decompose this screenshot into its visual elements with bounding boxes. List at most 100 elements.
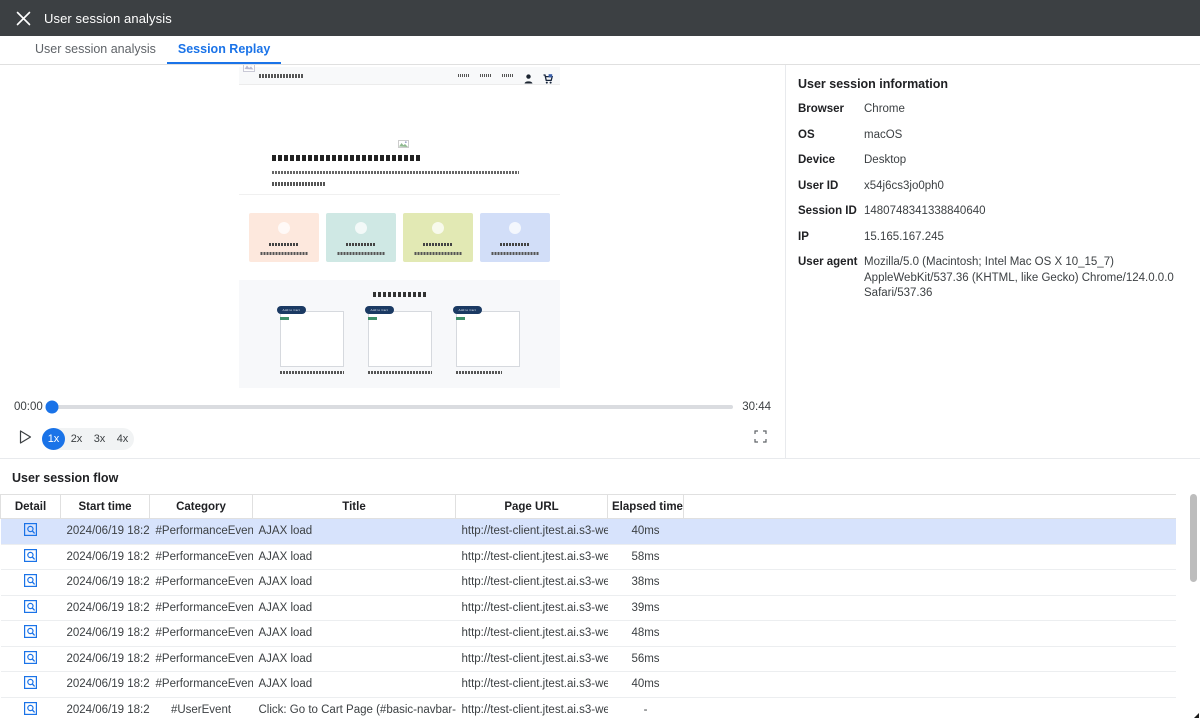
table-row[interactable]: 2024/06/19 18:29:08 #PerformanceEvent AJ… xyxy=(0,646,1176,672)
blank-cell xyxy=(683,697,1176,718)
speed-label: 3x xyxy=(93,433,106,445)
fullscreen-icon xyxy=(753,430,767,448)
mock-hero-text xyxy=(272,171,519,174)
mock-card-title xyxy=(269,243,299,246)
page-url-cell: http://test-client.jtest.ai.s3-website.a xyxy=(455,671,608,698)
table-body: 2024/06/19 18:29:08 #PerformanceEvent AJ… xyxy=(0,518,1176,718)
mock-feature-card xyxy=(403,213,473,262)
table-row[interactable]: 2024/06/19 18:29:08 #PerformanceEvent AJ… xyxy=(0,671,1176,698)
column-header-page-url[interactable]: Page URL xyxy=(455,494,608,519)
mock-nav-link xyxy=(480,74,492,77)
detail-cell[interactable] xyxy=(0,569,61,596)
blank-cell xyxy=(683,569,1176,596)
speed-3x-button[interactable]: 3x xyxy=(88,428,111,450)
replay-player-controls: 00:00 30:44 1x 2x 3x 4x xyxy=(0,394,785,458)
table-header: Detail Start time Category Title Page UR… xyxy=(0,494,1176,519)
title-cell: AJAX load xyxy=(252,595,456,621)
mock-card-text xyxy=(414,252,462,255)
table-row[interactable]: 2024/06/19 18:29:08 #PerformanceEvent AJ… xyxy=(0,569,1176,596)
seek-thumb[interactable] xyxy=(45,400,59,414)
current-time-label: 00:00 xyxy=(14,401,43,413)
column-header-start-time[interactable]: Start time xyxy=(60,494,150,519)
replay-viewport[interactable]: Add to Cart Add to Cart Add to Cart xyxy=(0,65,785,394)
column-header-elapsed-time[interactable]: Elapsed time xyxy=(607,494,684,519)
title-cell: AJAX load xyxy=(252,671,456,698)
column-header-detail[interactable]: Detail xyxy=(0,494,61,519)
info-value: x54j6cs3jo0ph0 xyxy=(864,179,944,192)
total-time-label: 30:44 xyxy=(742,401,771,413)
mock-product-accent xyxy=(367,317,377,320)
detail-cell[interactable] xyxy=(0,646,61,672)
mock-nav-links xyxy=(458,71,554,84)
replayed-page-mock: Add to Cart Add to Cart Add to Cart xyxy=(239,65,560,388)
elapsed-time-cell: 40ms xyxy=(607,671,684,698)
elapsed-time-cell: 56ms xyxy=(607,646,684,672)
category-cell: #PerformanceEvent xyxy=(149,595,253,621)
info-key: OS xyxy=(798,128,815,141)
detail-zoom-icon[interactable] xyxy=(24,599,38,616)
speed-1x-button[interactable]: 1x xyxy=(42,428,65,450)
category-cell: #PerformanceEvent xyxy=(149,620,253,647)
detail-cell[interactable] xyxy=(0,620,61,647)
page-url-cell: http://test-client.jtest.ai.s3-website.a xyxy=(455,595,608,621)
play-icon xyxy=(19,429,32,449)
detail-cell[interactable] xyxy=(0,697,61,718)
tab-session-replay[interactable]: Session Replay xyxy=(166,36,282,64)
category-cell: #PerformanceEvent xyxy=(149,569,253,596)
main-content: Add to Cart Add to Cart Add to Cart 00:0… xyxy=(0,65,1200,459)
table-row[interactable]: 2024/06/19 18:29:08 #PerformanceEvent AJ… xyxy=(0,595,1176,621)
seek-row: 00:00 30:44 xyxy=(14,394,771,420)
mock-hero-text xyxy=(272,182,325,186)
info-value: Desktop xyxy=(864,154,907,167)
info-key: User ID xyxy=(798,179,839,192)
column-header-title[interactable]: Title xyxy=(252,494,456,519)
mock-product-accent xyxy=(455,317,465,320)
page-url-cell: http://test-client.jtest.ai.s3-website.a xyxy=(455,646,608,672)
table-row[interactable]: 2024/06/19 18:29:08 #PerformanceEvent AJ… xyxy=(0,620,1176,647)
detail-cell[interactable] xyxy=(0,595,61,621)
elapsed-time-cell: 58ms xyxy=(607,544,684,570)
mock-product-row: Add to Cart Add to Cart Add to Cart xyxy=(239,306,560,374)
tab-label: User session analysis xyxy=(35,42,156,56)
category-cell: #PerformanceEvent xyxy=(149,646,253,672)
info-key: Browser xyxy=(798,103,845,115)
user-session-flow-table: Detail Start time Category Title Page UR… xyxy=(0,494,1176,718)
tab-user-session-analysis[interactable]: User session analysis xyxy=(24,36,167,64)
user-session-information-panel: User session information Browser Chrome … xyxy=(786,65,1200,458)
detail-cell[interactable] xyxy=(0,518,61,545)
mock-product-caption xyxy=(279,371,344,374)
close-button[interactable] xyxy=(10,5,36,31)
table-row[interactable]: 2024/06/19 18:29:08 #PerformanceEvent AJ… xyxy=(0,518,1176,545)
mock-brand xyxy=(259,73,303,78)
detail-zoom-icon[interactable] xyxy=(24,625,38,641)
speed-label: 1x xyxy=(47,433,60,445)
speed-4x-button[interactable]: 4x xyxy=(111,428,134,450)
column-header-category[interactable]: Category xyxy=(149,494,253,519)
table-row[interactable]: 2024/06/19 18:29:08 #PerformanceEvent AJ… xyxy=(0,544,1176,570)
speed-2x-button[interactable]: 2x xyxy=(65,428,88,450)
resize-grip[interactable] xyxy=(1184,707,1200,718)
person-icon xyxy=(524,71,533,83)
fullscreen-button[interactable] xyxy=(749,428,771,450)
detail-zoom-icon[interactable] xyxy=(24,676,38,692)
title-cell: AJAX load xyxy=(252,544,456,570)
mock-feature-card xyxy=(480,213,550,262)
detail-cell[interactable] xyxy=(0,544,61,570)
vertical-scrollbar-thumb[interactable] xyxy=(1190,494,1197,582)
detail-zoom-icon[interactable] xyxy=(24,574,38,590)
broken-image-icon xyxy=(398,135,409,148)
detail-zoom-icon[interactable] xyxy=(24,650,38,667)
seek-slider[interactable] xyxy=(45,400,734,414)
mock-add-to-cart-badge: Add to Cart xyxy=(276,306,306,314)
detail-zoom-icon[interactable] xyxy=(24,701,38,718)
page-url-cell: http://test-client.jtest.ai.s3-website.a xyxy=(455,620,608,647)
table-row[interactable]: 2024/06/19 18:29:10 #UserEvent Click: Go… xyxy=(0,697,1176,718)
mock-hero-section xyxy=(239,85,560,195)
blank-cell xyxy=(683,646,1176,672)
detail-cell[interactable] xyxy=(0,671,61,698)
play-button[interactable] xyxy=(14,428,36,450)
detail-zoom-icon[interactable] xyxy=(24,523,38,539)
mock-product-image xyxy=(279,311,344,367)
elapsed-time-cell: 48ms xyxy=(607,620,684,647)
detail-zoom-icon[interactable] xyxy=(24,548,38,565)
